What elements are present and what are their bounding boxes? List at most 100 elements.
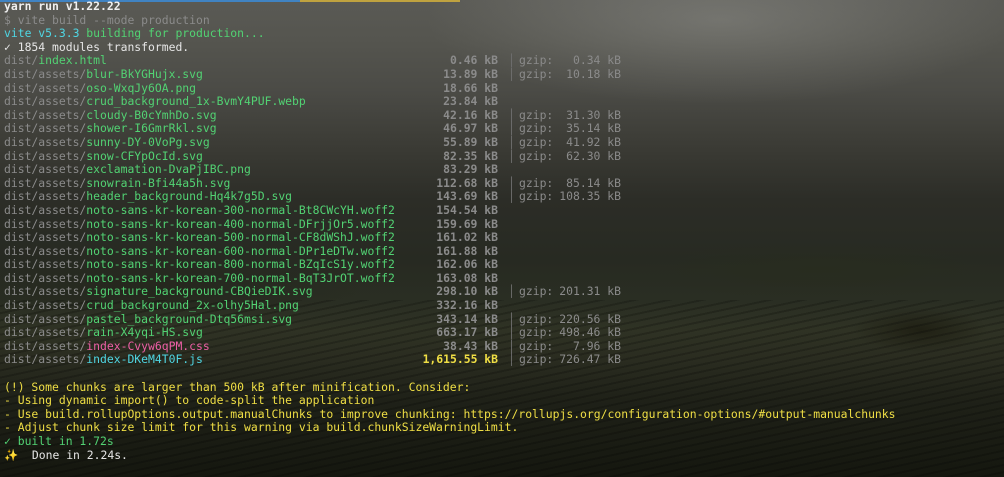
- file-size: 38.43 kB: [443, 338, 498, 353]
- column-separator: │: [508, 66, 515, 81]
- file-name: noto-sans-kr-korean-800-normal-BZqIcS1y.…: [86, 257, 395, 272]
- file-row: dist/assets/index-DKeM4T0F.js 1,615.55 kB…: [4, 353, 1004, 367]
- file-path: dist/index.html: [4, 54, 107, 68]
- file-dir: dist/assets/: [4, 325, 87, 340]
- file-path: dist/assets/noto-sans-kr-korean-500-norm…: [4, 230, 395, 245]
- file-row: dist/assets/noto-sans-kr-korean-400-norm…: [4, 216, 1004, 232]
- gzip-size: 85.14 kB: [566, 175, 621, 190]
- file-name: crud_background_2x-olhy5Hal.png: [86, 298, 299, 313]
- file-dir: dist/assets/: [4, 298, 87, 313]
- file-path: dist/assets/cloudy-B0cYmhDo.svg: [4, 108, 217, 123]
- file-path: dist/assets/snowrain-Bfi44a5h.svg: [4, 176, 230, 191]
- file-dir: dist/assets/: [4, 121, 87, 136]
- file-row: dist/assets/pastel_background-Dtq56msi.s…: [4, 311, 1004, 327]
- file-row: dist/assets/cloudy-B0cYmhDo.svg 42.16 kB │…: [4, 107, 1004, 123]
- terminal-output[interactable]: yarn run v1.22.22 $ vite build --mode pr…: [4, 0, 1004, 462]
- file-dir: dist/assets/: [4, 338, 87, 353]
- column-separator: │: [508, 121, 515, 136]
- column-separator: │: [508, 189, 515, 204]
- file-path: dist/assets/noto-sans-kr-korean-700-norm…: [4, 270, 395, 286]
- file-dir: dist/assets/: [4, 202, 87, 217]
- gzip-size: 62.30 kB: [566, 148, 621, 163]
- file-name: snow-CFYpOcId.svg: [86, 148, 203, 163]
- file-name: index-DKeM4T0F.js: [86, 352, 203, 367]
- file-row: dist/assets/noto-sans-kr-korean-800-norm…: [4, 257, 1004, 272]
- file-size: 23.84 kB: [443, 94, 498, 109]
- file-name: noto-sans-kr-korean-600-normal-DPr1eDTw.…: [86, 243, 395, 258]
- file-size: 298.10 kB: [436, 284, 498, 299]
- column-separator: │: [508, 338, 515, 353]
- file-size: 663.17 kB: [436, 325, 498, 340]
- file-size: 55.89 kB: [443, 134, 498, 149]
- file-row: dist/index.html 0.46 kB │ gzip: 0.34 kB: [4, 54, 1004, 68]
- file-dir: dist/assets/: [4, 162, 87, 177]
- file-path: dist/assets/index-Cvyw6qPM.css: [4, 338, 210, 354]
- column-separator: │: [508, 311, 515, 326]
- file-size: 46.97 kB: [443, 121, 498, 136]
- file-dir: dist/assets/: [4, 257, 87, 272]
- file-name: shower-I6GmrRkl.svg: [86, 121, 217, 136]
- gzip-size: 41.92 kB: [566, 134, 621, 149]
- file-row: dist/assets/header_background-Hq4k7g5D.s…: [4, 190, 1004, 204]
- done-line: ✨ Done in 2.24s.: [4, 447, 1004, 463]
- file-dir: dist/assets/: [4, 284, 87, 299]
- gzip-label: gzip:: [519, 352, 554, 367]
- file-size: 162.06 kB: [436, 257, 498, 272]
- warning-line: - Use build.rollupOptions.output.manualC…: [4, 406, 896, 421]
- file-size: 332.16 kB: [436, 298, 498, 313]
- file-name: oso-WxqJy6OA.png: [86, 80, 197, 95]
- file-size: 154.54 kB: [436, 202, 498, 217]
- file-name: noto-sans-kr-korean-700-normal-BqT3JrOT.…: [86, 270, 395, 285]
- gzip-label: gzip:: [519, 284, 554, 299]
- file-row: dist/assets/exclamation-DvaPjIBC.png 83.2…: [4, 162, 1004, 177]
- file-dir: dist/assets/: [4, 148, 87, 163]
- file-row: dist/assets/noto-sans-kr-korean-300-norm…: [4, 202, 1004, 218]
- warning-title: (!) Some chunks are larger than 500 kB a…: [4, 379, 471, 394]
- gzip-size: 108.35 kB: [559, 189, 621, 204]
- gzip-label: gzip:: [519, 121, 554, 136]
- file-name: noto-sans-kr-korean-400-normal-DFrjjOr5.…: [86, 216, 395, 231]
- file-path: dist/assets/crud_background_1x-BvmY4PUF.…: [4, 94, 306, 109]
- column-separator: │: [508, 284, 515, 299]
- column-separator: │: [508, 107, 515, 122]
- warning-line: - Using dynamic import() to code-split t…: [4, 393, 375, 408]
- gzip-size: 201.31 kB: [559, 284, 621, 299]
- gzip-label: gzip:: [519, 325, 554, 340]
- file-size: 13.89 kB: [443, 66, 498, 81]
- file-name: exclamation-DvaPjIBC.png: [86, 162, 251, 177]
- done-text: Done in 2.24s.: [18, 447, 128, 462]
- column-separator: │: [508, 148, 515, 163]
- file-size: 83.29 kB: [443, 162, 498, 177]
- gzip-label: gzip:: [519, 53, 554, 68]
- gzip-label: gzip:: [519, 189, 554, 204]
- gzip-size: 7.96 kB: [572, 338, 621, 353]
- file-row: dist/assets/crud_background_1x-BvmY4PUF.…: [4, 94, 1004, 109]
- file-size: 343.14 kB: [436, 311, 498, 326]
- file-dir: dist/assets/: [4, 311, 87, 326]
- file-name: signature_background-CBQieDIK.svg: [86, 284, 313, 299]
- file-path: dist/assets/oso-WxqJy6OA.png: [4, 80, 197, 96]
- column-separator: │: [508, 352, 515, 367]
- file-dir: dist/assets/: [4, 230, 87, 245]
- file-path: dist/assets/index-DKeM4T0F.js: [4, 353, 203, 367]
- file-path: dist/assets/signature_background-CBQieDI…: [4, 285, 313, 299]
- file-name: noto-sans-kr-korean-300-normal-Bt8CWcYH.…: [86, 202, 395, 217]
- file-path: dist/assets/crud_background_2x-olhy5Hal.…: [4, 298, 299, 313]
- gzip-size: 31.30 kB: [566, 107, 621, 122]
- file-dir: dist/assets/: [4, 352, 87, 367]
- modules-transformed-line: ✓ 1854 modules transformed.: [4, 40, 1004, 55]
- file-path: dist/assets/snow-CFYpOcId.svg: [4, 148, 203, 164]
- sparkles-icon: ✨: [4, 447, 19, 462]
- file-dir: dist/assets/: [4, 270, 87, 285]
- file-row: dist/assets/oso-WxqJy6OA.png 18.66 kB: [4, 80, 1004, 96]
- file-size: 0.46 kB: [449, 53, 498, 68]
- file-name: index-Cvyw6qPM.css: [86, 338, 210, 353]
- vite-version: vite v5.3.3: [4, 26, 80, 41]
- column-separator: │: [508, 175, 515, 190]
- file-dir: dist/: [4, 53, 39, 68]
- file-dir: dist/assets/: [4, 80, 87, 95]
- built-line: ✓ built in 1.72s: [4, 434, 114, 448]
- building-text: building for production...: [86, 26, 265, 41]
- file-size: 1,615.55 kB: [422, 352, 498, 367]
